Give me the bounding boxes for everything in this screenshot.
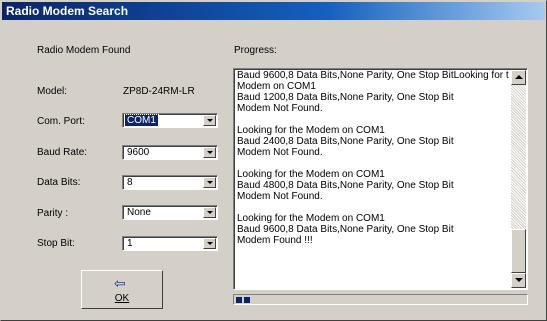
log-line: Baud 9600,8 Data Bits,None Parity, One S… bbox=[237, 224, 454, 235]
baud-rate-value: 9600 bbox=[127, 147, 150, 158]
log-line: Modem Not Found. bbox=[237, 191, 323, 202]
log-line: Baud 9600,8 Data Bits,None Parity, One S… bbox=[237, 70, 509, 81]
ok-button[interactable]: ⇦ OK bbox=[81, 270, 163, 309]
scroll-down-icon[interactable] bbox=[511, 273, 526, 288]
stop-bit-label: Stop Bit: bbox=[37, 238, 75, 249]
scroll-up-icon[interactable] bbox=[511, 70, 526, 85]
log-line: Looking for the Modem on COM1 bbox=[237, 169, 385, 180]
stop-bit-select[interactable]: 1 bbox=[122, 236, 218, 251]
log-line: Baud 1200,8 Data Bits,None Parity, One S… bbox=[237, 92, 454, 103]
com-port-value: COM1 bbox=[124, 114, 159, 127]
log-line: Baud 4800,8 Data Bits,None Parity, One S… bbox=[237, 180, 454, 191]
com-port-label: Com. Port: bbox=[37, 116, 85, 127]
found-heading: Radio Modem Found bbox=[37, 45, 131, 56]
progress-block bbox=[244, 297, 250, 303]
data-bits-select[interactable]: 8 bbox=[122, 175, 218, 190]
ok-button-label: OK bbox=[114, 293, 130, 304]
scroll-thumb[interactable] bbox=[511, 229, 526, 273]
search-progress-bar bbox=[233, 294, 528, 305]
parity-select[interactable]: None bbox=[122, 205, 218, 220]
chevron-down-icon[interactable] bbox=[203, 207, 216, 218]
radio-modem-search-window: Radio Modem Search Radio Modem Found Mod… bbox=[0, 0, 547, 321]
progress-log-scrollbar[interactable] bbox=[511, 70, 526, 288]
data-bits-label: Data Bits: bbox=[37, 177, 81, 188]
log-line: Modem Found !!! bbox=[237, 235, 313, 246]
log-line: Looking for the Modem on COM1 bbox=[237, 213, 385, 224]
log-line: Baud 2400,8 Data Bits,None Parity, One S… bbox=[237, 136, 454, 147]
chevron-down-icon[interactable] bbox=[203, 177, 216, 188]
parity-label: Parity : bbox=[37, 208, 69, 219]
log-line: Looking for the Modem on COM1 bbox=[237, 125, 385, 136]
baud-rate-label: Baud Rate: bbox=[37, 147, 88, 158]
parity-value: None bbox=[127, 207, 151, 218]
progress-log[interactable]: Baud 9600,8 Data Bits,None Parity, One S… bbox=[233, 68, 528, 290]
chevron-down-icon[interactable] bbox=[203, 238, 216, 249]
progress-block bbox=[236, 297, 242, 303]
arrow-left-icon: ⇦ bbox=[114, 275, 126, 291]
chevron-down-icon[interactable] bbox=[203, 115, 216, 126]
chevron-down-icon[interactable] bbox=[203, 147, 216, 158]
log-line: Modem on COM1 bbox=[237, 81, 316, 92]
progress-log-text: Baud 9600,8 Data Bits,None Parity, One S… bbox=[237, 70, 509, 246]
baud-rate-select[interactable]: 9600 bbox=[122, 145, 218, 160]
log-line: Modem Not Found. bbox=[237, 147, 323, 158]
com-port-select[interactable]: COM1 bbox=[122, 113, 218, 128]
model-value: ZP8D-24RM-LR bbox=[123, 86, 195, 97]
progress-heading: Progress: bbox=[234, 45, 277, 56]
log-line: Modem Not Found. bbox=[237, 103, 323, 114]
title-bar: Radio Modem Search bbox=[2, 2, 545, 20]
data-bits-value: 8 bbox=[127, 177, 133, 188]
stop-bit-value: 1 bbox=[127, 238, 133, 249]
model-label: Model: bbox=[37, 86, 68, 97]
